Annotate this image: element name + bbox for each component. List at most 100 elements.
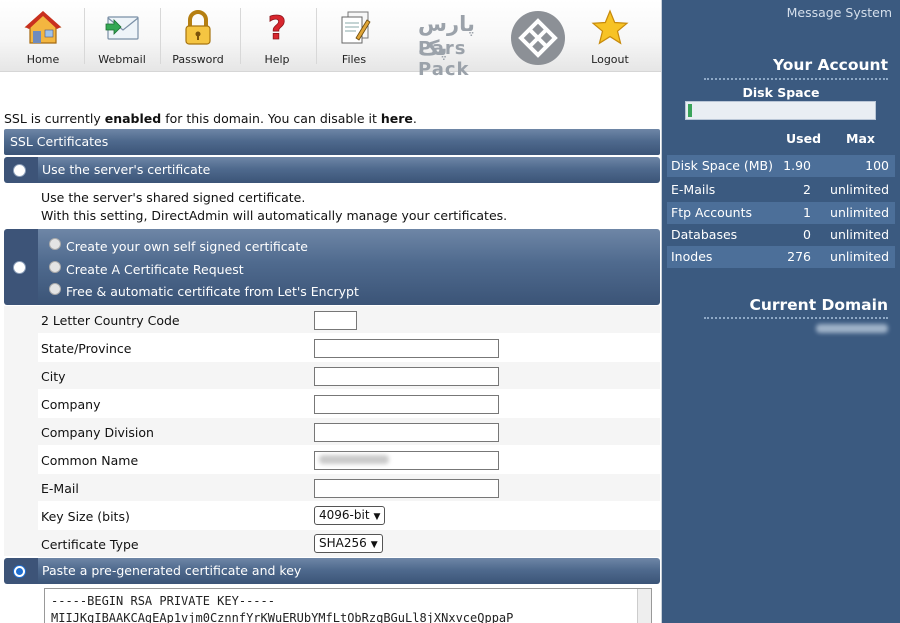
disk-space-title: Disk Space <box>742 85 820 100</box>
cert-request-radio[interactable] <box>49 261 61 273</box>
nav-files[interactable]: Files <box>324 0 384 70</box>
ssl-status-middle: for this domain. You can disable it <box>165 111 377 126</box>
stat-max: unlimited <box>830 249 889 264</box>
ssl-status-suffix: . <box>412 111 417 126</box>
stat-row: E-Mails 2 unlimited <box>667 179 895 201</box>
redacted-domain-blur <box>319 455 389 464</box>
stat-name: Disk Space (MB) <box>671 158 774 173</box>
city-input[interactable] <box>314 367 499 386</box>
state-label: State/Province <box>41 341 132 356</box>
cert-request-label: Create A Certificate Request <box>66 262 244 277</box>
cert-type-label: Certificate Type <box>41 537 139 552</box>
country-row: 2 Letter Country Code <box>38 306 660 334</box>
disable-ssl-link[interactable]: here <box>381 111 413 126</box>
company-row: Company <box>38 390 660 418</box>
stat-name: E-Mails <box>671 182 716 197</box>
state-input[interactable] <box>314 339 499 358</box>
state-row: State/Province <box>38 334 660 362</box>
own-cert-radio[interactable] <box>13 261 26 274</box>
nav-divider <box>160 8 161 64</box>
max-column-header: Max <box>846 131 875 146</box>
stat-used: 1.90 <box>783 158 811 173</box>
nav-divider <box>240 8 241 64</box>
nav-webmail[interactable]: Webmail <box>90 0 154 70</box>
chevron-down-icon: ▼ <box>370 540 378 550</box>
cert-type-select[interactable]: SHA256 ▼ <box>314 534 383 553</box>
nav-help-label: Help <box>264 53 290 66</box>
server-cert-radio[interactable] <box>13 164 26 177</box>
division-input[interactable] <box>314 423 499 442</box>
nav-home-label: Home <box>26 53 60 66</box>
division-row: Company Division <box>38 418 660 446</box>
ssl-certificates-header: SSL Certificates <box>4 129 660 155</box>
key-scrollbar[interactable] <box>637 589 651 623</box>
self-signed-label: Create your own self signed certificate <box>66 239 308 254</box>
key-size-row: Key Size (bits) 4096-bit ▼ <box>38 502 660 530</box>
nav-files-label: Files <box>341 53 367 66</box>
nav-password[interactable]: Password <box>166 0 230 70</box>
redacted-domain-blur <box>816 324 888 333</box>
country-label: 2 Letter Country Code <box>41 313 180 328</box>
email-row: E-Mail <box>38 474 660 502</box>
letsencrypt-label: Free & automatic certificate from Let's … <box>66 284 359 299</box>
your-account-title: Your Account <box>772 56 888 74</box>
logo-latin-text: Pars Pack <box>418 38 470 80</box>
files-icon <box>341 11 371 44</box>
common-name-row: Common Name <box>38 446 660 474</box>
ssl-status-text: SSL is currently enabled for this domain… <box>4 111 417 126</box>
country-input[interactable] <box>314 311 357 330</box>
paste-cert-option-bar: Paste a pre-generated certificate and ke… <box>38 558 660 584</box>
cert-type-row: Certificate Type SHA256 ▼ <box>38 530 660 558</box>
stat-name: Databases <box>671 227 738 242</box>
self-signed-radio[interactable] <box>49 238 61 250</box>
server-cert-option-bar: Use the server's certificate <box>38 157 660 183</box>
paste-cert-radio[interactable] <box>13 565 26 578</box>
nav-logout-label: Logout <box>591 53 629 66</box>
stat-row: Inodes 276 unlimited <box>667 246 895 268</box>
envelope-icon <box>105 16 139 40</box>
stat-row: Disk Space (MB) 1.90 100 <box>667 155 895 177</box>
server-cert-desc-1: Use the server's shared signed certifica… <box>41 190 306 205</box>
letsencrypt-radio[interactable] <box>49 283 61 295</box>
stat-max: unlimited <box>830 227 889 242</box>
nav-divider <box>84 8 85 64</box>
ssl-status-prefix: SSL is currently <box>4 111 101 126</box>
ssl-state: enabled <box>104 111 162 126</box>
city-row: City <box>38 362 660 390</box>
stat-used: 0 <box>803 227 811 242</box>
key-size-select[interactable]: 4096-bit ▼ <box>314 506 386 525</box>
key-line: MIIJKgIBAAKCAgEAp1vjm0CznnfYrKWuERUbYMfL… <box>51 611 514 623</box>
division-label: Company Division <box>41 425 154 440</box>
own-cert-option-bar: Create your own self signed certificate … <box>38 229 660 305</box>
key-size-label: Key Size (bits) <box>41 509 130 524</box>
company-input[interactable] <box>314 395 499 414</box>
lock-icon <box>185 10 211 45</box>
section-title: SSL Certificates <box>10 134 109 149</box>
message-system-link[interactable]: Message System <box>787 5 892 20</box>
nav-home[interactable]: Home <box>14 0 72 70</box>
common-name-label: Common Name <box>41 453 139 468</box>
email-input[interactable] <box>314 479 499 498</box>
paste-cert-radio-cell <box>4 558 38 584</box>
used-column-header: Used <box>786 131 822 146</box>
top-navigation: Home Webmail Password ? Help Files پارس … <box>0 0 661 80</box>
server-cert-desc-2: With this setting, DirectAdmin will auto… <box>41 208 508 223</box>
key-size-value: 4096-bit <box>319 508 370 522</box>
stat-max: 100 <box>865 158 889 173</box>
nav-logout[interactable]: Logout <box>582 0 638 70</box>
parspack-logo-mark-icon <box>511 11 565 65</box>
stat-used: 1 <box>803 205 811 220</box>
cert-type-value: SHA256 <box>319 536 367 550</box>
private-key-textarea[interactable]: -----BEGIN RSA PRIVATE KEY----- MIIJKgIB… <box>44 588 652 623</box>
nav-divider <box>316 8 317 64</box>
nav-webmail-label: Webmail <box>98 53 146 66</box>
nav-help[interactable]: ? Help <box>248 0 306 70</box>
city-label: City <box>41 369 66 384</box>
disk-usage-fill <box>688 104 692 117</box>
title-divider <box>704 317 888 319</box>
stat-max: unlimited <box>830 182 889 197</box>
form-left-stripe <box>4 306 38 556</box>
server-cert-label: Use the server's certificate <box>42 162 211 177</box>
parspack-logo: پارس پک Pars Pack <box>418 12 508 80</box>
stat-row: Ftp Accounts 1 unlimited <box>667 202 895 224</box>
